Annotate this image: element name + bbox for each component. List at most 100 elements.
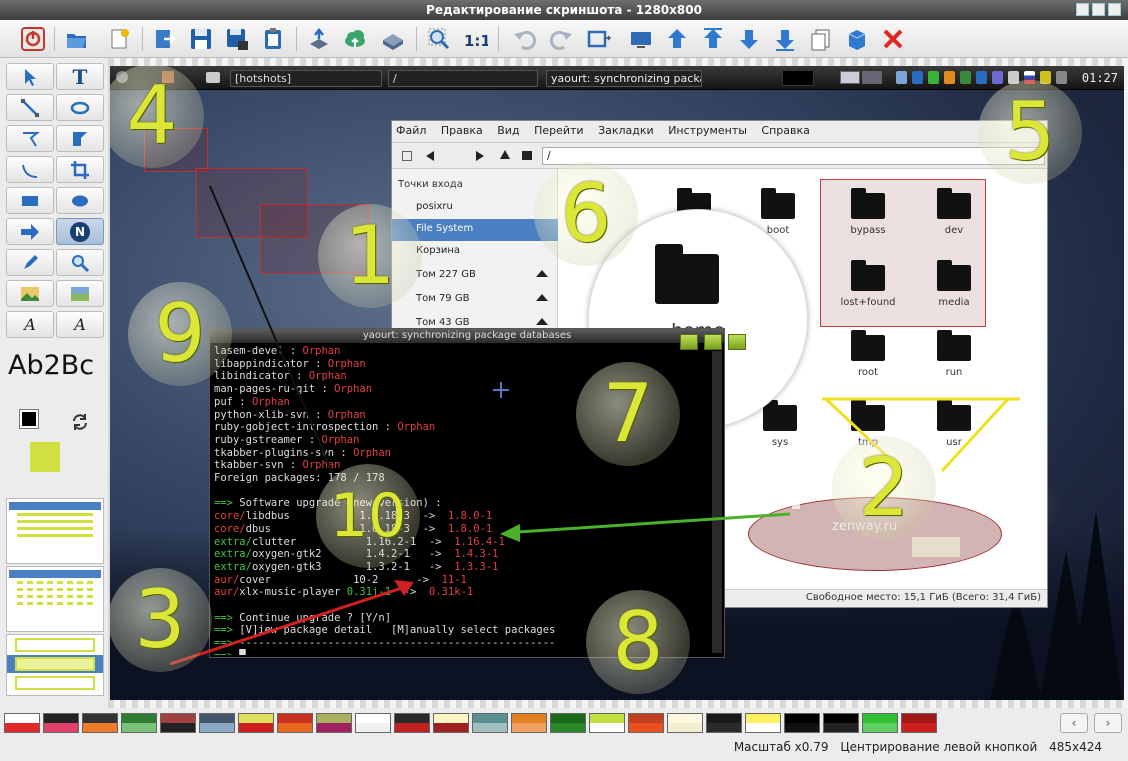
number-tool-label: N	[70, 221, 90, 242]
monitor-icon[interactable]	[628, 26, 654, 52]
palette-color[interactable]	[316, 713, 352, 733]
highlighter-tool[interactable]	[6, 249, 54, 276]
redo-icon[interactable]	[548, 26, 574, 52]
new-icon[interactable]	[106, 26, 132, 52]
ellipse-tool[interactable]	[56, 187, 104, 214]
send-back-icon[interactable]	[772, 26, 798, 52]
fill-color-swatch[interactable]	[30, 442, 60, 472]
polygon-tool[interactable]	[6, 125, 54, 152]
select-tool[interactable]	[6, 63, 54, 90]
toolbar-separator	[498, 27, 499, 51]
curve-tool[interactable]	[6, 156, 54, 183]
close-button[interactable]	[1108, 3, 1121, 16]
delete-icon[interactable]	[880, 26, 906, 52]
save-icon[interactable]	[188, 26, 214, 52]
text-style-tool-2[interactable]: A	[56, 311, 104, 338]
magnifier-tool[interactable]	[56, 249, 104, 276]
save-as-icon[interactable]	[224, 26, 250, 52]
palette-color[interactable]	[238, 713, 274, 733]
copy-icon[interactable]	[808, 26, 834, 52]
number-annotation: 8	[586, 590, 690, 694]
palette-color[interactable]	[394, 713, 430, 733]
fill-style-dashed[interactable]	[6, 566, 104, 632]
screenshot-editor-window: Редактирование скриншота - 1280x800 1:1	[0, 0, 1128, 761]
palette-color[interactable]	[160, 713, 196, 733]
line-tool[interactable]	[6, 94, 54, 121]
box-3d-icon[interactable]	[844, 26, 870, 52]
palette-color[interactable]	[706, 713, 742, 733]
print-icon[interactable]	[380, 26, 406, 52]
text-style-label-1: A	[24, 315, 36, 334]
palette-color[interactable]	[433, 713, 469, 733]
selection-size: 485x424	[1049, 740, 1102, 754]
raise-icon[interactable]	[700, 26, 726, 52]
ellipse-outline-tool[interactable]	[56, 94, 104, 121]
main-toolbar: 1:1	[0, 20, 1128, 58]
palette-scroll-right-button[interactable]: ›	[1094, 713, 1122, 733]
number-annotation: 6	[534, 162, 638, 266]
palette-color[interactable]	[4, 713, 40, 733]
clipboard-icon[interactable]	[260, 26, 286, 52]
fill-shape-tool[interactable]	[56, 125, 104, 152]
palette-scroll-left-button[interactable]: ‹	[1060, 713, 1088, 733]
lower-icon[interactable]	[736, 26, 762, 52]
minimize-button[interactable]	[1076, 3, 1089, 16]
restart-icon[interactable]	[20, 26, 46, 52]
status-info: Масштаб x0.79 Центрирование левой кнопко…	[734, 740, 1102, 754]
palette-color[interactable]	[82, 713, 118, 733]
palette-color[interactable]	[628, 713, 664, 733]
image-tool[interactable]	[6, 280, 54, 307]
palette-color[interactable]	[862, 713, 898, 733]
fill-style-boxes[interactable]	[6, 634, 104, 696]
palette-color[interactable]	[511, 713, 547, 733]
palette-color[interactable]	[784, 713, 820, 733]
export-icon[interactable]	[152, 26, 178, 52]
palette-color[interactable]	[667, 713, 703, 733]
palette-color[interactable]	[277, 713, 313, 733]
palette-color[interactable]	[901, 713, 937, 733]
palette-color[interactable]	[355, 713, 391, 733]
palette-color[interactable]	[43, 713, 79, 733]
status-bar: Масштаб x0.79 Центрирование левой кнопко…	[0, 736, 1128, 761]
palette-color[interactable]	[121, 713, 157, 733]
text-style-tool-1[interactable]: A	[6, 311, 54, 338]
zoom-icon[interactable]	[426, 26, 452, 52]
window-title: Редактирование скриншота - 1280x800	[426, 3, 702, 17]
resize-icon[interactable]	[586, 26, 612, 52]
palette-color[interactable]	[550, 713, 586, 733]
number-tool[interactable]: N	[56, 218, 104, 245]
title-bar: Редактирование скриншота - 1280x800	[0, 0, 1128, 20]
bring-front-icon[interactable]	[664, 26, 690, 52]
swap-colors-icon[interactable]	[70, 412, 90, 432]
number-annotation: 2	[832, 436, 936, 540]
palette-color[interactable]	[472, 713, 508, 733]
fill-style-solid[interactable]	[6, 498, 104, 564]
maximize-button[interactable]	[1092, 3, 1105, 16]
number-annotation: 9	[128, 282, 232, 386]
palette-color[interactable]	[589, 713, 625, 733]
upload-icon[interactable]	[306, 26, 332, 52]
actual-size-icon[interactable]: 1:1	[462, 26, 491, 52]
font-preview[interactable]: Ab2Bc	[8, 350, 104, 390]
canvas-area[interactable]: [hotshots] / yaourt: synchronizing packa…	[108, 58, 1128, 708]
toolbar-separator	[54, 27, 55, 51]
palette-color[interactable]	[745, 713, 781, 733]
number-annotation: 1	[318, 204, 422, 308]
palette-color[interactable]	[199, 713, 235, 733]
text-tool[interactable]: T	[56, 63, 104, 90]
rectangle-tool[interactable]	[6, 187, 54, 214]
pixelate-tool[interactable]	[56, 280, 104, 307]
foreground-color-swatch[interactable]	[19, 409, 39, 429]
screenshot-canvas[interactable]: [hotshots] / yaourt: synchronizing packa…	[110, 66, 1124, 700]
text-style-label-2: A	[74, 315, 86, 334]
palette-color[interactable]	[823, 713, 859, 733]
open-icon[interactable]	[64, 26, 90, 52]
number-annotation: 7	[576, 362, 680, 466]
zoom-level: Масштаб x0.79	[733, 740, 829, 754]
cloud-upload-icon[interactable]	[342, 26, 368, 52]
number-annotation: 3	[110, 568, 212, 672]
status-hint: Центрирование левой кнопкой	[840, 740, 1038, 754]
arrow-tool[interactable]	[6, 218, 54, 245]
crop-tool[interactable]	[56, 156, 104, 183]
undo-icon[interactable]	[512, 26, 538, 52]
